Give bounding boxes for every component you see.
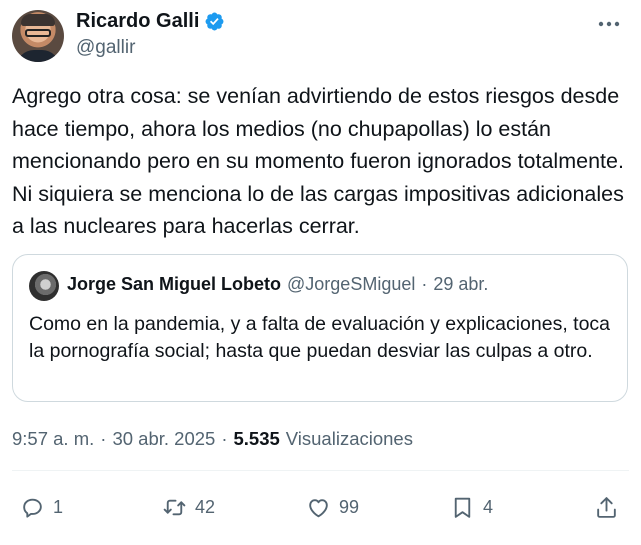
bookmark-button[interactable]: 4 bbox=[450, 495, 493, 520]
retweet-count: 42 bbox=[195, 497, 216, 517]
like-button[interactable]: 99 bbox=[306, 495, 359, 520]
quote-text: Como en la pandemia, y a falta de evalua… bbox=[29, 313, 611, 362]
quote-author-name[interactable]: Jorge San Miguel Lobeto bbox=[67, 274, 281, 295]
quote-author-handle[interactable]: @JorgeSMiguel bbox=[287, 274, 415, 295]
reply-icon bbox=[23, 498, 42, 518]
views-label: Visualizaciones bbox=[285, 428, 413, 449]
divider bbox=[12, 470, 629, 471]
quote-date[interactable]: 29 abr. bbox=[433, 274, 488, 295]
share-icon bbox=[597, 497, 616, 518]
tweet: Ricardo Galli @gallir Agrego otra cosa: … bbox=[0, 0, 641, 545]
tweet-date[interactable]: 30 abr. 2025 bbox=[112, 428, 215, 450]
author-avatar[interactable] bbox=[12, 10, 64, 62]
meta-separator: · bbox=[100, 428, 107, 449]
verified-badge-icon bbox=[205, 12, 224, 31]
bookmark-icon bbox=[454, 497, 471, 518]
tweet-text: Agrego otra cosa: se venían advirtiendo … bbox=[12, 84, 624, 238]
like-count: 99 bbox=[339, 497, 360, 517]
quoted-tweet[interactable]: Jorge San Miguel Lobeto @JorgeSMiguel · … bbox=[12, 254, 628, 402]
share-button[interactable] bbox=[594, 495, 619, 520]
tweet-meta: 9:57 a. m. · 30 abr. 2025 · 5.535 Visual… bbox=[12, 428, 413, 450]
author-handle[interactable]: @gallir bbox=[76, 37, 135, 59]
author-name[interactable]: Ricardo Galli bbox=[76, 10, 199, 33]
quote-separator: · bbox=[421, 274, 428, 294]
retweet-icon bbox=[163, 499, 186, 516]
tweet-time[interactable]: 9:57 a. m. bbox=[12, 428, 94, 450]
reply-count: 1 bbox=[53, 497, 64, 517]
quote-author-avatar[interactable] bbox=[29, 271, 59, 301]
more-options-icon[interactable] bbox=[594, 14, 624, 34]
meta-separator: · bbox=[221, 428, 228, 449]
retweet-button[interactable]: 42 bbox=[162, 495, 215, 520]
heart-icon bbox=[309, 499, 328, 518]
author-name-row: Ricardo Galli bbox=[76, 10, 225, 33]
bookmark-count: 4 bbox=[483, 497, 494, 517]
views-count: 5.535 bbox=[233, 428, 280, 449]
reply-button[interactable]: 1 bbox=[20, 495, 63, 520]
quote-header: Jorge San Miguel Lobeto @JorgeSMiguel · … bbox=[67, 274, 488, 295]
